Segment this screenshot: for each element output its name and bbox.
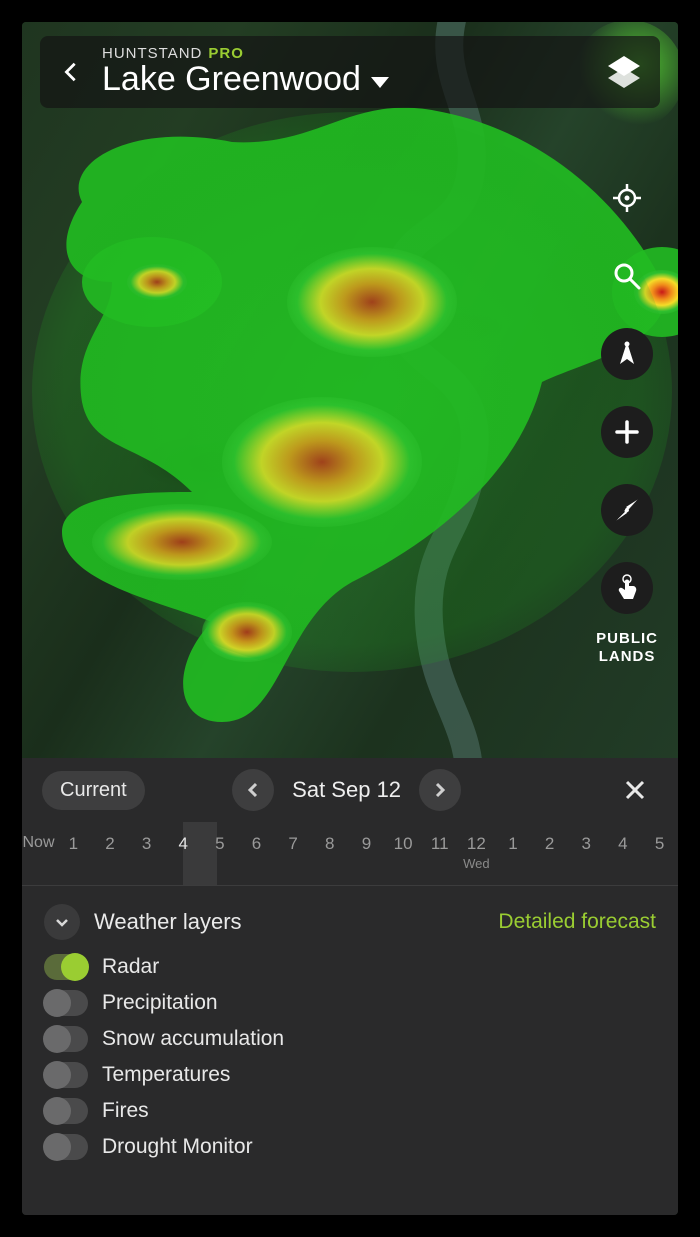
layer-toggle[interactable] [44, 1134, 88, 1160]
current-button[interactable]: Current [42, 771, 145, 810]
detailed-forecast-link[interactable]: Detailed forecast [498, 910, 656, 934]
measure-button[interactable] [601, 328, 653, 380]
layer-toggle[interactable] [44, 990, 88, 1016]
hour-tick[interactable]: 2 [92, 834, 129, 854]
title-block: HUNTSTAND PRO Lake Greenwood [102, 46, 588, 97]
layer-toggle[interactable] [44, 1098, 88, 1124]
layer-toggle[interactable] [44, 1062, 88, 1088]
location-label: Lake Greenwood [102, 62, 361, 98]
layer-label: Precipitation [102, 991, 218, 1015]
toggle-knob [43, 1097, 71, 1125]
hour-tick[interactable]: 1 [55, 834, 92, 854]
layer-label: Fires [102, 1099, 149, 1123]
back-button[interactable] [54, 55, 88, 89]
hour-tick[interactable]: 9 [348, 834, 385, 854]
layer-row: Drought Monitor [44, 1134, 656, 1160]
layer-row: Fires [44, 1098, 656, 1124]
map-canvas[interactable] [22, 22, 678, 782]
caret-down-icon [371, 77, 389, 88]
layer-label: Temperatures [102, 1063, 230, 1087]
layer-row: Radar [44, 954, 656, 980]
toggle-knob [61, 953, 89, 981]
header-bar: HUNTSTAND PRO Lake Greenwood [40, 36, 660, 108]
hour-tick[interactable]: 8 [311, 834, 348, 854]
map-tools-rail: PUBLIC LANDS [596, 172, 658, 666]
navigate-button[interactable] [601, 484, 653, 536]
location-dropdown[interactable]: Lake Greenwood [102, 62, 588, 98]
hour-tick[interactable]: 11 [421, 834, 458, 854]
search-button[interactable] [601, 250, 653, 302]
hour-timeline[interactable]: Now123456789101112Wed12345 [22, 822, 678, 886]
hour-tick[interactable]: 5 [202, 834, 239, 854]
weather-layers-list: Radar Precipitation Snow accumulation Tempe… [22, 950, 678, 1180]
close-panel-button[interactable] [612, 767, 658, 813]
layer-label: Snow accumulation [102, 1027, 284, 1051]
hour-tick[interactable]: 4 [165, 834, 202, 854]
layer-row: Precipitation [44, 990, 656, 1016]
hour-tick[interactable]: 2 [531, 834, 568, 854]
locate-button[interactable] [601, 172, 653, 224]
touch-button[interactable] [601, 562, 653, 614]
hour-tick[interactable]: 6 [238, 834, 275, 854]
layer-toggle[interactable] [44, 1026, 88, 1052]
prev-day-button[interactable] [232, 769, 274, 811]
layer-toggle[interactable] [44, 954, 88, 980]
hour-tick[interactable]: Now [22, 834, 55, 852]
hour-tick[interactable]: 7 [275, 834, 312, 854]
layer-row: Temperatures [44, 1062, 656, 1088]
date-bar: Current Sat Sep 12 [22, 758, 678, 822]
hour-tick[interactable]: 3 [128, 834, 165, 854]
layer-row: Snow accumulation [44, 1026, 656, 1052]
layer-label: Radar [102, 955, 159, 979]
collapse-layers-button[interactable] [44, 904, 80, 940]
next-day-button[interactable] [419, 769, 461, 811]
add-button[interactable] [601, 406, 653, 458]
weather-layers-title: Weather layers [94, 909, 484, 935]
public-lands-label[interactable]: PUBLIC LANDS [596, 630, 658, 666]
toggle-knob [43, 1133, 71, 1161]
public-lands-l2: LANDS [599, 648, 656, 665]
public-lands-l1: PUBLIC [596, 630, 658, 647]
bottom-panel: Current Sat Sep 12 Now123456789101112Wed… [22, 758, 678, 1215]
toggle-knob [43, 1025, 71, 1053]
app-screen: HUNTSTAND PRO Lake Greenwood [22, 22, 678, 1215]
hour-tick[interactable]: 10 [385, 834, 422, 854]
hour-tick[interactable]: 12Wed [458, 834, 495, 871]
map-layers-button[interactable] [602, 50, 646, 94]
hour-tick[interactable]: 5 [641, 834, 678, 854]
toggle-knob [43, 1061, 71, 1089]
hour-tick[interactable]: 1 [495, 834, 532, 854]
hour-tick[interactable]: 4 [605, 834, 642, 854]
hour-tick[interactable]: 3 [568, 834, 605, 854]
date-label: Sat Sep 12 [286, 777, 407, 803]
hour-sublabel: Wed [458, 856, 495, 871]
weather-layers-header: Weather layers Detailed forecast [22, 886, 678, 950]
toggle-knob [43, 989, 71, 1017]
layer-label: Drought Monitor [102, 1135, 253, 1159]
